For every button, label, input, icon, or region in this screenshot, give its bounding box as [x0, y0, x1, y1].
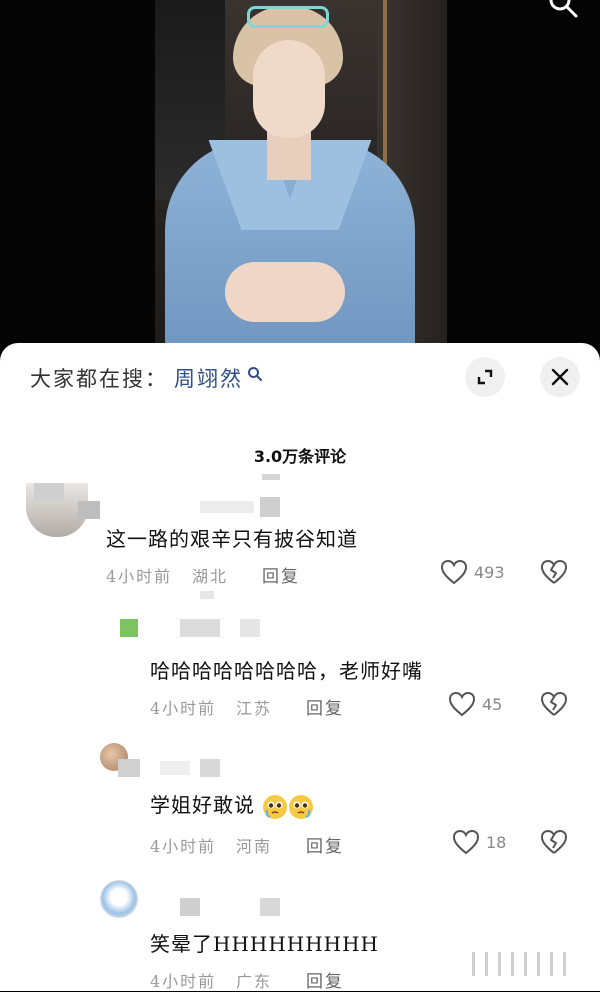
- like-button[interactable]: 45: [448, 691, 502, 717]
- username-mosaic[interactable]: [180, 898, 200, 916]
- watermark: [472, 952, 572, 988]
- heart-icon: [440, 559, 468, 585]
- comment-time: 4小时前: [150, 699, 217, 718]
- mosaic-block: [260, 898, 280, 916]
- avatar[interactable]: [100, 880, 138, 918]
- comment-text: 哈哈哈哈哈哈哈哈，老师好嘴: [150, 659, 423, 683]
- like-button[interactable]: 18: [452, 829, 506, 855]
- person-hands: [225, 262, 345, 322]
- comment-time: 4小时前: [150, 837, 217, 856]
- comment-count: 3.0万条评论: [253, 447, 347, 466]
- mosaic-block: [240, 619, 260, 637]
- username-mosaic[interactable]: [180, 619, 220, 637]
- username-mosaic[interactable]: [160, 761, 190, 775]
- avatar[interactable]: [120, 619, 138, 637]
- comment-time: 4小时前: [150, 972, 217, 991]
- pleading-face-icon: [289, 794, 314, 819]
- comment-location: 湖北: [192, 567, 229, 586]
- comment-sheet: 大家都在搜： 周翊然 3.0万条评论 这一路的艰辛只有披谷知道 4小时前 湖北 …: [0, 343, 600, 992]
- mosaic-block: [118, 759, 140, 777]
- mosaic-block: [200, 759, 220, 777]
- heart-icon: [448, 691, 476, 717]
- like-button[interactable]: 493: [440, 559, 505, 585]
- broken-heart-icon[interactable]: [540, 829, 568, 855]
- trending-search-prefix: 大家都在搜：: [30, 367, 168, 391]
- close-button[interactable]: [540, 357, 580, 397]
- like-count: 493: [474, 562, 505, 582]
- pleading-face-icon: [263, 794, 288, 819]
- close-icon: [551, 368, 569, 386]
- reply-button[interactable]: 回复: [262, 562, 300, 587]
- comment-text-body: 学姐好敢说: [150, 793, 255, 817]
- background-trim: [383, 0, 387, 180]
- search-icon[interactable]: [548, 0, 578, 18]
- video-player[interactable]: [0, 0, 600, 360]
- mosaic-block: [260, 497, 280, 517]
- comment-text: 笑晕了HHHHHHHHH: [150, 932, 379, 956]
- reply-button[interactable]: 回复: [306, 694, 344, 719]
- like-count: 18: [486, 832, 507, 852]
- watermark-mark: [524, 952, 540, 976]
- search-icon: [248, 367, 262, 381]
- username-mosaic[interactable]: [200, 501, 254, 513]
- reply-button[interactable]: 回复: [306, 967, 344, 992]
- person-face: [253, 40, 325, 138]
- comment-location: 江苏: [236, 699, 273, 718]
- comment-text: 这一路的艰辛只有披谷知道: [106, 527, 358, 551]
- reply-button[interactable]: 回复: [306, 832, 344, 857]
- watermark-mark: [550, 952, 566, 976]
- broken-heart-icon[interactable]: [540, 559, 568, 585]
- expand-icon: [477, 369, 493, 385]
- trending-search[interactable]: 大家都在搜： 周翊然: [30, 363, 263, 393]
- mosaic-block: [78, 501, 100, 519]
- watermark-mark: [472, 952, 488, 976]
- comment-location: 广东: [236, 972, 273, 991]
- mosaic-block: [34, 483, 64, 501]
- sunglasses: [247, 6, 329, 28]
- mosaic-block: [262, 474, 280, 480]
- mosaic-block: [200, 591, 214, 599]
- expand-button[interactable]: [465, 357, 505, 397]
- like-count: 45: [482, 694, 503, 714]
- heart-icon: [452, 829, 480, 855]
- broken-heart-icon[interactable]: [540, 691, 568, 717]
- trending-search-term[interactable]: 周翊然: [174, 363, 243, 393]
- comment-time: 4小时前: [106, 567, 173, 586]
- comment-location: 河南: [236, 837, 273, 856]
- video-frame: [155, 0, 447, 360]
- watermark-mark: [498, 952, 514, 976]
- comment-text: 学姐好敢说: [150, 789, 314, 820]
